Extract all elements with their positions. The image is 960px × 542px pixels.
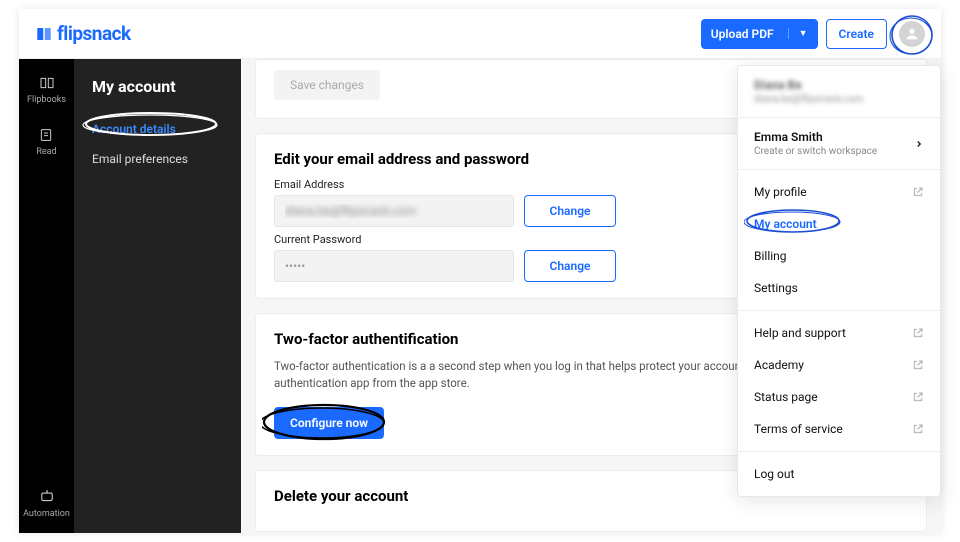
dropdown-item-my-profile[interactable]: My profile xyxy=(738,176,940,208)
external-link-icon xyxy=(912,327,924,339)
dropdown-item-billing[interactable]: Billing xyxy=(738,240,940,272)
dropdown-item-label: Log out xyxy=(754,467,794,481)
brand-logo[interactable]: flipsnack xyxy=(35,22,131,45)
read-icon xyxy=(36,127,56,143)
email-field[interactable] xyxy=(274,195,514,227)
page-title: My account xyxy=(74,77,241,114)
dropdown-item-label: Help and support xyxy=(754,326,846,340)
workspace-sub: Create or switch workspace xyxy=(754,146,877,157)
rail-label: Flipbooks xyxy=(27,95,66,105)
upload-pdf-label: Upload PDF xyxy=(711,27,774,41)
rail-label: Read xyxy=(36,147,56,157)
external-link-icon xyxy=(912,391,924,403)
dropdown-item-label: Academy xyxy=(754,358,804,372)
external-link-icon xyxy=(912,186,924,198)
left-rail: Flipbooks Read Automation xyxy=(19,59,74,533)
dropdown-item-my-account[interactable]: My account xyxy=(738,208,940,240)
dropdown-item-label: Billing xyxy=(754,249,787,263)
dropdown-item-label: My account xyxy=(754,217,817,231)
dropdown-item-status[interactable]: Status page xyxy=(738,381,940,413)
external-link-icon xyxy=(912,359,924,371)
dropdown-item-label: My profile xyxy=(754,185,807,199)
dropdown-user-email: diana.be@flipsnack.com xyxy=(754,94,924,105)
sidebar-item-account-details[interactable]: Account details xyxy=(74,114,241,144)
password-field[interactable] xyxy=(274,250,514,282)
dropdown-item-label: Terms of service xyxy=(754,422,843,436)
change-email-button[interactable]: Change xyxy=(524,195,616,227)
app-frame: flipsnack Upload PDF ▼ Create Flipbooks … xyxy=(19,9,941,533)
avatar-icon xyxy=(899,21,925,47)
sidebar-item-email-preferences[interactable]: Email preferences xyxy=(74,144,241,174)
external-link-icon xyxy=(912,423,924,435)
dropdown-item-logout[interactable]: Log out xyxy=(738,458,940,490)
dropdown-group-help: Help and support Academy Status page Ter… xyxy=(738,311,940,452)
flipsnack-icon xyxy=(35,25,53,43)
caret-down-icon[interactable]: ▼ xyxy=(788,28,808,39)
dropdown-group-logout: Log out xyxy=(738,452,940,496)
topbar: flipsnack Upload PDF ▼ Create xyxy=(19,9,941,59)
rail-label: Automation xyxy=(23,509,70,519)
rail-item-read[interactable]: Read xyxy=(36,127,56,157)
dropdown-item-academy[interactable]: Academy xyxy=(738,349,940,381)
chevron-right-icon xyxy=(914,139,924,149)
robot-icon xyxy=(38,487,56,505)
rail-item-automation[interactable]: Automation xyxy=(23,487,70,519)
account-dropdown: Diana Be diana.be@flipsnack.com Emma Smi… xyxy=(737,65,941,497)
create-button[interactable]: Create xyxy=(826,19,887,49)
save-changes-button[interactable]: Save changes xyxy=(274,70,380,100)
dropdown-workspace[interactable]: Emma Smith Create or switch workspace xyxy=(738,118,940,170)
rail-item-flipbooks[interactable]: Flipbooks xyxy=(27,75,66,105)
brand-name: flipsnack xyxy=(57,22,131,45)
dropdown-header: Diana Be diana.be@flipsnack.com xyxy=(738,66,940,118)
dropdown-item-help[interactable]: Help and support xyxy=(738,317,940,349)
change-password-button[interactable]: Change xyxy=(524,250,616,282)
dropdown-item-label: Settings xyxy=(754,281,798,295)
upload-pdf-button[interactable]: Upload PDF ▼ xyxy=(701,19,818,49)
dropdown-item-terms[interactable]: Terms of service xyxy=(738,413,940,445)
dropdown-group-account: My profile My account Billing Settings xyxy=(738,170,940,311)
configure-now-button[interactable]: Configure now xyxy=(274,407,384,439)
dropdown-item-settings[interactable]: Settings xyxy=(738,272,940,304)
sidebar: My account Account details Email prefere… xyxy=(74,59,241,533)
avatar-menu-trigger[interactable] xyxy=(899,21,925,47)
book-open-icon xyxy=(37,75,57,91)
dropdown-user-name: Diana Be xyxy=(754,78,924,92)
workspace-name: Emma Smith xyxy=(754,130,877,144)
dropdown-item-label: Status page xyxy=(754,390,818,404)
